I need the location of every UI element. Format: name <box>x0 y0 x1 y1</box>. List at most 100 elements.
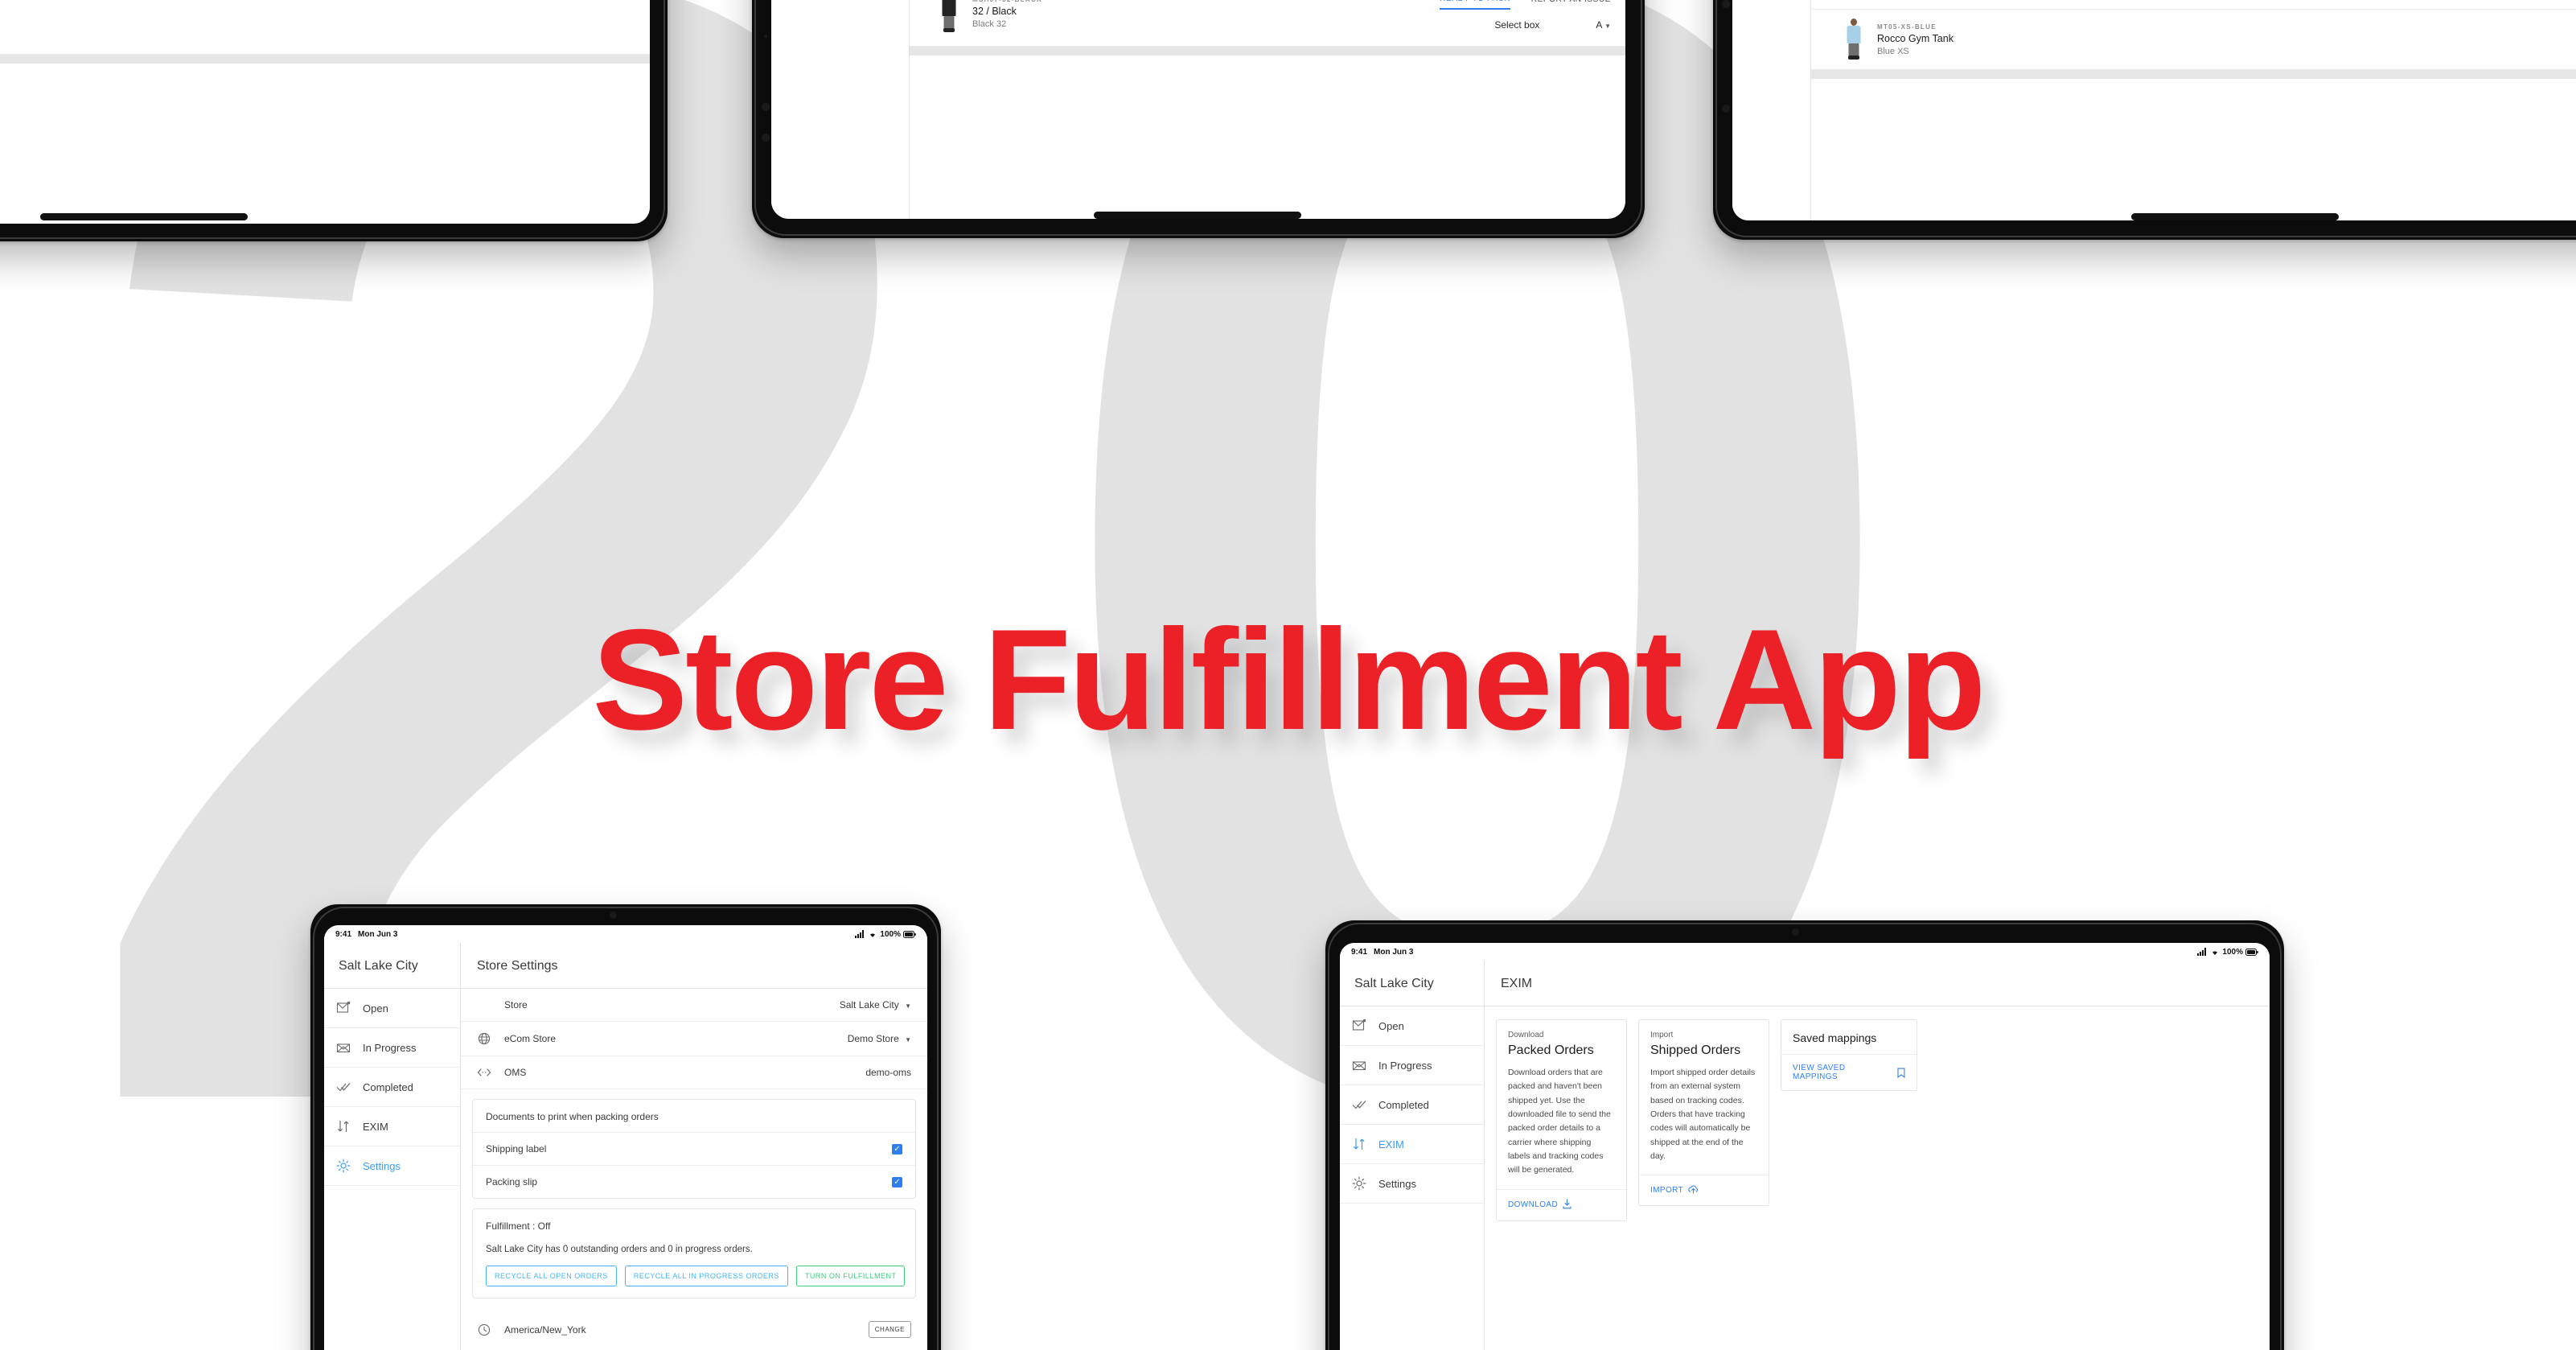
envelope-open-icon <box>1351 1057 1367 1073</box>
tablet-right-screen: Muskan PahwaOrdered 11 July 2023 05:42 A… <box>1732 0 2576 220</box>
status-bar: 9:41 Mon Jun 3 100% <box>324 925 927 943</box>
thumb-shoes <box>943 28 955 32</box>
exim-sidebar[interactable]: Salt Lake City Open In Progress Completed E… <box>1340 961 1485 1350</box>
exim-card-description: Download orders that are packed and have… <box>1508 1068 1611 1175</box>
settings-row-oms[interactable]: OMS demo-oms <box>461 1056 927 1089</box>
exim-card-description: Import shipped order details from an ext… <box>1650 1068 1756 1161</box>
sidebar-item-label: Settings <box>363 1159 401 1172</box>
home-indicator <box>40 213 248 220</box>
thumb-shoes <box>1848 56 1859 60</box>
report-an-issue-tab[interactable]: REPORT AN ISSUE <box>1531 0 1611 9</box>
sidebar-item-exim[interactable]: EXIM <box>324 1107 460 1146</box>
sidebar-item-in-progress[interactable]: In Progress <box>324 1028 460 1068</box>
order-card: NA MoriartyOrdered 28 July 2023 00:51 AM… <box>910 0 1625 47</box>
document-option-shipping-label[interactable]: Shipping label ✓ <box>473 1132 915 1165</box>
poster-canvas: 20 y Weasleyred 28 July 2023 00:47 AM ED… <box>0 0 2576 1350</box>
item-variant: Black 32 <box>972 19 1007 29</box>
settings-sidebar[interactable]: Salt Lake City Open In Progress Completed E… <box>324 943 461 1350</box>
transfer-arrows-icon <box>1351 1136 1367 1152</box>
order-list-left[interactable]: y Weasleyred 28 July 2023 00:47 AM EDT#1… <box>0 0 650 64</box>
order-list-right[interactable]: Muskan PahwaOrdered 11 July 2023 05:42 A… <box>1811 0 2576 79</box>
document-option-packing-slip[interactable]: Packing slip ✓ <box>473 1165 915 1198</box>
gear-icon <box>1351 1175 1367 1192</box>
sidebar-item-exim[interactable]: EXIM <box>1340 1125 1484 1164</box>
tablet-right: Muskan PahwaOrdered 11 July 2023 05:42 A… <box>1713 0 2576 240</box>
tablet-left: y Weasleyred 28 July 2023 00:47 AM EDT#1… <box>0 0 668 241</box>
upload-cloud-icon <box>1688 1184 1699 1196</box>
exim-card-action-button[interactable]: DOWNLOAD <box>1497 1188 1626 1220</box>
exim-card-title: Shipped Orders <box>1650 1043 1741 1057</box>
exim-app-body: Salt Lake City Open In Progress Completed E… <box>1340 961 2270 1350</box>
sidebar-item-label: Open <box>1378 1019 1404 1032</box>
settings-row-value: demo-oms <box>865 1067 911 1078</box>
inbox-open-icon <box>335 1000 351 1016</box>
timezone-row[interactable]: America/New_York CHANGE <box>461 1308 927 1350</box>
settings-row-value[interactable]: Salt Lake City ▼ <box>840 999 911 1010</box>
sidebar-store-name: Salt Lake City <box>1340 961 1484 1006</box>
item-thumbnail <box>937 0 961 33</box>
top-camera <box>610 912 617 919</box>
exim-nav-list[interactable]: Open In Progress Completed EXIM Settings <box>1340 1006 1484 1204</box>
fulfillment-heading: Fulfillment : Off <box>486 1220 551 1232</box>
item-sku: MT05-XS-BLUE <box>1877 23 1937 31</box>
battery-icon <box>903 930 916 938</box>
settings-row-ecom-store[interactable]: eCom Store Demo Store ▼ <box>461 1022 927 1056</box>
thumb-garment <box>1847 26 1861 43</box>
ready-to-pack-tab[interactable]: READY TO PACK <box>1440 0 1510 10</box>
sidebar-item-settings[interactable]: Settings <box>324 1146 460 1186</box>
wifi-icon <box>2212 951 2218 955</box>
double-check-icon <box>335 1079 351 1095</box>
sidebar-item-label: Completed <box>363 1080 413 1093</box>
envelope-open-icon <box>335 1039 351 1056</box>
item-sku: MJ12-XS-BLACK <box>0 7 635 14</box>
select-box-value[interactable]: A ▼ <box>1596 19 1611 31</box>
page-title-headline: Store Fulfillment App <box>592 599 1986 759</box>
bookmark-icon <box>1897 1068 1905 1078</box>
sidebar-item-completed[interactable]: Completed <box>1340 1085 1484 1125</box>
battery-icon <box>2245 948 2258 956</box>
product-thumbnail <box>1842 19 1866 60</box>
order-list-center[interactable]: Harry WeasleyOrdered 28 July 2023 00:47 … <box>910 0 1625 56</box>
settings-nav-list[interactable]: Open In Progress Completed EXIM Settings <box>324 989 460 1186</box>
list-separator <box>1811 71 2576 79</box>
sidebar-item-in-progress[interactable]: In Progress <box>1340 1046 1484 1085</box>
exim-card-group: Download Packed Orders Download orders tha… <box>1496 1019 1769 1221</box>
sidebar-item-open[interactable]: Open <box>324 989 460 1028</box>
page-title: Store Settings <box>461 943 927 989</box>
checkbox[interactable]: ✓ <box>892 1143 902 1154</box>
status-date: Mon Jun 3 <box>358 929 398 939</box>
settings-row-store[interactable]: Store Salt Lake City ▼ <box>461 989 927 1022</box>
turn-on-fulfillment-button[interactable]: TURN ON FULFILLMENT <box>795 1266 906 1286</box>
exim-card-action-button[interactable]: IMPORT <box>1639 1175 1769 1205</box>
sidebar-item-settings[interactable]: Settings <box>1340 1164 1484 1204</box>
item-thumbnail <box>1842 19 1866 60</box>
transfer-arrows-icon <box>335 1118 351 1134</box>
thumb-legs <box>1848 43 1859 56</box>
item-name: Proteus Fitness Jackshirt <box>0 17 635 28</box>
exim-cards: Download Packed Orders Download orders tha… <box>1485 1006 2270 1234</box>
view-saved-mappings-button[interactable]: VIEW SAVED MAPPINGS <box>1781 1054 1917 1090</box>
document-option-label: Shipping label <box>486 1143 547 1154</box>
thumb-garment <box>942 0 956 16</box>
sidebar-item-open[interactable]: Open <box>1340 1006 1484 1046</box>
change-timezone-button[interactable]: CHANGE <box>868 1321 911 1338</box>
settings-row-value[interactable]: Demo Store ▼ <box>848 1033 911 1044</box>
sidebar-item-completed[interactable]: Completed <box>324 1068 460 1107</box>
saved-mappings-card: Saved mappings VIEW SAVED MAPPINGS <box>1781 1019 1917 1091</box>
sidebar-item-label: Open <box>363 1002 388 1015</box>
thumb-head <box>1851 19 1857 26</box>
order-card: y Jacksonred 28 July 2023 00:54 AM EDT#1… <box>0 0 650 56</box>
sidebar-item-label: Settings <box>1378 1177 1416 1190</box>
item-variant: Blue XS <box>1877 46 1909 56</box>
front-camera <box>1722 0 1730 8</box>
settings-rows[interactable]: Store Salt Lake City ▼ eCom Store Demo Stor… <box>461 989 927 1089</box>
sidebar-item-label: In Progress <box>363 1041 417 1054</box>
recycle-in-progress-orders-button[interactable]: RECYCLE ALL IN PROGRESS ORDERS <box>624 1266 788 1286</box>
documents-items[interactable]: Shipping label ✓ Packing slip ✓ <box>473 1132 915 1198</box>
view-saved-mappings-label: VIEW SAVED MAPPINGS <box>1793 1064 1846 1081</box>
sidebar-store-name: Salt Lake City <box>324 943 460 989</box>
sidebar-item-label: EXIM <box>363 1120 388 1133</box>
checkbox[interactable]: ✓ <box>892 1176 902 1187</box>
status-date: Mon Jun 3 <box>1374 947 1414 957</box>
recycle-open-orders-button[interactable]: RECYCLE ALL OPEN ORDERS <box>486 1266 617 1286</box>
